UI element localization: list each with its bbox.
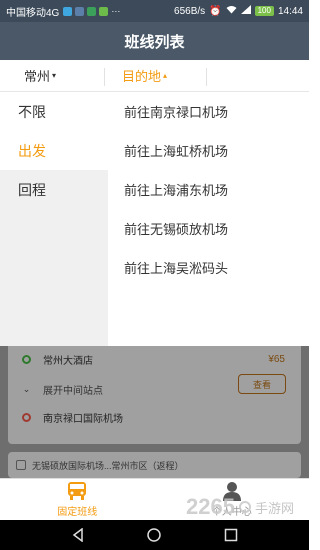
route-origin: 常州大酒店 <box>22 352 93 367</box>
chevron-down-icon: ⌄ <box>22 384 31 394</box>
status-bar: 中国移动4G ··· 656B/s ⏰ 100 14:44 <box>0 0 309 22</box>
city-filter-label: 常州 <box>24 69 51 84</box>
destination-option-label: 前往南京禄口机场 <box>124 105 229 120</box>
origin-label: 常州大酒店 <box>43 356 93 367</box>
recents-icon[interactable] <box>224 528 238 542</box>
tab-label: 固定班线 <box>57 507 98 518</box>
watermark: 2265 手游网 <box>186 494 294 520</box>
carrier-label: 中国移动4G <box>6 7 60 19</box>
network-speed: 656B/s <box>174 5 206 17</box>
city-filter[interactable]: 常州 ▾ <box>24 60 56 91</box>
watermark-logo-icon <box>238 501 251 513</box>
category-label: 不限 <box>18 103 46 120</box>
tab-fixed-routes[interactable]: 固定班线 <box>0 479 155 520</box>
category-label: 回程 <box>18 181 46 198</box>
bus-icon <box>68 482 87 500</box>
system-nav-bar <box>0 520 309 550</box>
bus-icon <box>16 460 26 470</box>
filter-bar: 常州 ▾ 目的地 ▴ <box>0 60 309 92</box>
destination-option[interactable]: 前往南京禄口机场 <box>124 92 309 131</box>
dropdown-destination-list: 前往南京禄口机场 前往上海虹桥机场 前往上海浦东机场 前往无锡硕放机场 前往上海… <box>108 92 309 346</box>
expand-stops[interactable]: ⌄ 展开中间站点 <box>22 382 103 397</box>
destination-option-label: 前往上海虹桥机场 <box>124 144 229 159</box>
origin-dot-icon <box>22 355 31 364</box>
chevron-up-icon: ▴ <box>163 71 168 80</box>
category-item-return[interactable]: 回程 <box>0 170 108 209</box>
page-title: 班线列表 <box>124 33 185 51</box>
destination-dropdown: 不限 出发 回程 前往南京禄口机场 前往上海虹桥机场 前往上海浦东机场 前往无锡… <box>0 92 309 346</box>
alarm-icon: ⏰ <box>209 5 222 17</box>
watermark-number: 2265 <box>186 494 235 519</box>
notification-icons: ··· <box>63 6 120 16</box>
destination-dot-icon <box>22 413 31 422</box>
destination-option[interactable]: 前往无锡硕放机场 <box>124 209 309 248</box>
divider <box>104 68 105 86</box>
wechat-icon <box>99 6 109 16</box>
more-icon: ··· <box>111 6 121 16</box>
view-button[interactable]: 查看 <box>238 374 286 394</box>
wifi-icon <box>226 5 237 17</box>
clock: 14:44 <box>277 5 303 17</box>
app-notification-icon <box>63 6 73 16</box>
page-header: 班线列表 <box>0 22 309 60</box>
route-destination: 南京禄口国际机场 <box>22 410 123 425</box>
watermark-text: 手游网 <box>254 500 294 516</box>
status-right: 656B/s ⏰ 100 14:44 <box>174 5 303 17</box>
category-item-unlimited[interactable]: 不限 <box>0 92 108 131</box>
route-summary-label: 无锡硕放国际机场...常州市区（返程） <box>32 460 184 471</box>
destination-option-label: 前往上海吴淞码头 <box>124 261 229 276</box>
route-price: ¥65 <box>268 354 285 365</box>
destination-label: 南京禄口国际机场 <box>43 414 123 425</box>
back-icon[interactable] <box>71 528 85 542</box>
home-icon[interactable] <box>147 528 162 542</box>
route-card[interactable]: 无锡硕放国际机场...常州市区（返程） <box>8 452 301 478</box>
destination-option[interactable]: 前往上海虹桥机场 <box>124 131 309 170</box>
destination-option[interactable]: 前往上海浦东机场 <box>124 170 309 209</box>
destination-option-label: 前往上海浦东机场 <box>124 183 229 198</box>
signal-icon <box>240 5 251 17</box>
destination-option-label: 前往无锡硕放机场 <box>124 222 229 237</box>
chevron-down-icon: ▾ <box>52 71 57 80</box>
app-notification-icon <box>87 6 97 16</box>
expand-stops-label: 展开中间站点 <box>43 386 103 397</box>
battery-icon: 100 <box>254 6 274 16</box>
view-button-label: 查看 <box>252 379 271 390</box>
divider <box>206 68 207 86</box>
category-item-departure[interactable]: 出发 <box>0 131 108 170</box>
route-card[interactable]: 常州大酒店 ¥65 ⌄ 展开中间站点 查看 南京禄口国际机场 <box>8 346 301 444</box>
destination-option[interactable]: 前往上海吴淞码头 <box>124 248 309 287</box>
category-label: 出发 <box>18 142 46 159</box>
destination-filter[interactable]: 目的地 ▴ <box>122 60 167 91</box>
destination-filter-label: 目的地 <box>122 69 162 84</box>
app-notification-icon <box>75 6 85 16</box>
dropdown-category-list: 不限 出发 回程 <box>0 92 108 346</box>
